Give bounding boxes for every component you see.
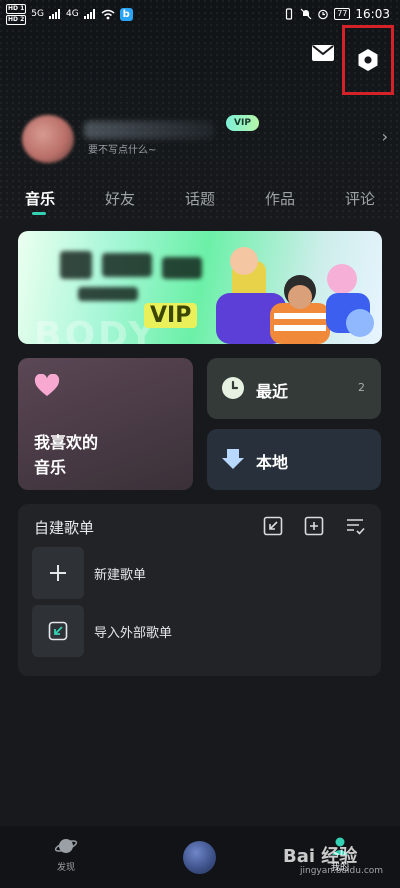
tab-comments[interactable]: 评论 <box>345 188 375 209</box>
import-playlist-button[interactable] <box>262 515 284 537</box>
banner-blur-block <box>102 253 152 277</box>
new-playlist-thumb <box>32 547 84 599</box>
vip-promo-banner[interactable]: BODY VIP <box>18 231 382 344</box>
mute-bell-icon <box>300 8 312 20</box>
liked-music-label: 我喜欢的 音乐 <box>34 433 99 477</box>
avatar[interactable] <box>22 115 74 163</box>
tab-indicator <box>32 212 46 215</box>
nav-discover-label: 发现 <box>56 863 75 873</box>
tab-music[interactable]: 音乐 <box>25 188 55 209</box>
vip-badge[interactable]: VIP <box>226 115 259 131</box>
baidu-watermark-url: jingyan.baidu.com <box>300 866 384 876</box>
tab-topics[interactable]: 话题 <box>185 188 215 209</box>
banner-blur-block <box>78 287 138 301</box>
recent-label: 最近 <box>256 382 289 401</box>
profile-tabs: 音乐 好友 话题 作品 评论 <box>0 188 400 224</box>
wifi-icon <box>101 9 115 19</box>
vibrate-icon <box>286 8 293 20</box>
recent-card[interactable]: 最近 2 <box>207 358 381 419</box>
signal-bars-icon-2 <box>83 9 95 19</box>
heart-icon <box>34 374 60 396</box>
planet-icon <box>54 839 78 853</box>
manage-playlists-button[interactable] <box>344 515 366 537</box>
import-playlist-item[interactable]: 导入外部歌单 <box>32 605 362 657</box>
add-playlist-button[interactable] <box>303 515 325 537</box>
banner-vip-text: VIP <box>144 303 198 328</box>
signal-bars-icon <box>48 9 60 19</box>
app-notification-icon: b <box>119 7 133 21</box>
new-playlist-item[interactable]: 新建歌单 <box>32 547 362 599</box>
username-blurred <box>84 121 214 139</box>
import-icon <box>48 621 68 641</box>
sim-indicators: HD 1 HD 2 <box>6 3 27 25</box>
signal-5g: 5G <box>31 9 44 19</box>
status-bar: HD 1 HD 2 5G 4G b 77 16:03 <box>0 0 400 28</box>
status-left: HD 1 HD 2 5G 4G b <box>6 3 133 25</box>
hexagon-settings-icon <box>358 49 378 71</box>
local-label: 本地 <box>256 453 289 472</box>
profile-bio[interactable]: 要不写点什么~ <box>88 141 156 156</box>
liked-music-card[interactable]: 我喜欢的 音乐 <box>18 358 193 490</box>
import-playlist-thumb <box>32 605 84 657</box>
profile-row[interactable]: VIP 要不写点什么~ › <box>18 115 388 170</box>
plus-icon <box>50 565 66 581</box>
now-playing-disc[interactable] <box>183 841 216 874</box>
settings-button[interactable] <box>342 25 394 95</box>
signal-4g: 4G <box>65 9 79 19</box>
created-playlists-title: 自建歌单 <box>34 519 95 537</box>
status-right: 77 16:03 <box>283 7 390 21</box>
list-check-icon <box>347 519 365 535</box>
created-playlists-section: 自建歌单 新建歌单 导入外部歌单 <box>18 504 381 676</box>
download-arrow-icon <box>222 449 244 469</box>
battery-indicator: 77 <box>334 8 351 20</box>
import-playlist-label: 导入外部歌单 <box>94 626 173 641</box>
recent-count: 2 <box>358 381 365 394</box>
banner-blur-block <box>162 257 202 279</box>
baidu-watermark: Bai 经验 <box>283 846 358 867</box>
plus-square-icon <box>304 516 324 536</box>
sim1-badge: HD 1 <box>6 3 27 14</box>
tab-friends[interactable]: 好友 <box>105 188 135 209</box>
alarm-icon <box>318 9 329 20</box>
status-time: 16:03 <box>355 7 390 21</box>
nav-discover[interactable]: 发现 <box>44 836 88 882</box>
sim2-badge: HD 2 <box>6 14 27 25</box>
chevron-right-icon[interactable]: › <box>382 127 388 146</box>
messages-button[interactable] <box>308 40 338 66</box>
banner-illustration <box>216 247 374 344</box>
envelope-icon <box>312 45 334 61</box>
banner-ghost-text: BODY <box>34 315 158 344</box>
tab-works[interactable]: 作品 <box>265 188 295 209</box>
banner-blur-block <box>60 251 92 279</box>
local-card[interactable]: 本地 <box>207 429 381 490</box>
import-icon <box>263 516 283 536</box>
clock-icon <box>222 377 244 399</box>
new-playlist-label: 新建歌单 <box>94 568 147 583</box>
header-background <box>0 0 400 220</box>
